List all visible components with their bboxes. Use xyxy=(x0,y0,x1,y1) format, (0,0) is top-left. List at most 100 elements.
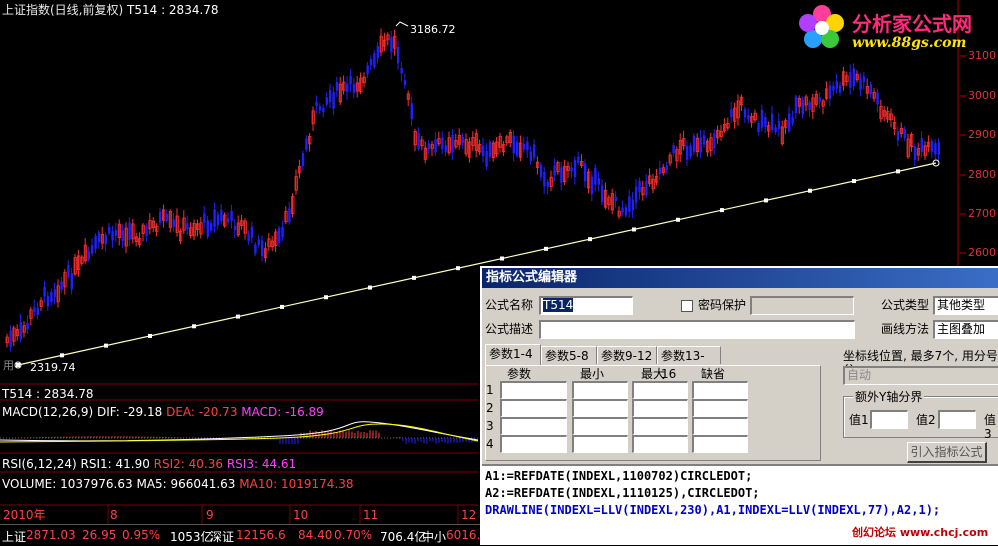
candle-body xyxy=(305,139,307,150)
candle-body xyxy=(859,78,861,89)
param-max-input[interactable] xyxy=(632,435,688,453)
candle-body xyxy=(802,100,804,114)
candle-body xyxy=(336,82,338,91)
tab-params-9-12[interactable]: 参数9-12 xyxy=(597,346,657,364)
formula-editor-dialog[interactable]: 指标公式编辑器 公式名称 T514 密码保护 公式类型 其他类型 公式描述 画线… xyxy=(480,266,998,545)
candle-body xyxy=(326,97,328,105)
formula-type-select[interactable]: 其他类型 xyxy=(933,296,998,315)
password-checkbox[interactable] xyxy=(681,300,693,312)
trend-dot xyxy=(720,208,724,212)
candle-body xyxy=(904,130,906,139)
candle-body xyxy=(88,251,90,259)
param-max-input[interactable] xyxy=(632,417,688,435)
volume-value: VOLUME: 1037976.63 xyxy=(2,477,133,491)
candle-body xyxy=(186,223,188,229)
volume-ma10: MA10: 1019174.38 xyxy=(239,477,353,491)
param-default-input[interactable] xyxy=(692,435,748,453)
high-price-marker: 3186.72 xyxy=(410,23,456,37)
candle-body xyxy=(43,287,45,297)
candle-body xyxy=(462,137,464,143)
status-sz-value: 12156.6 xyxy=(236,528,286,542)
left-watermark: 用 xyxy=(3,359,14,373)
candle-body xyxy=(203,213,205,222)
y-value-1-input[interactable] xyxy=(870,410,908,429)
param-name-input[interactable] xyxy=(500,417,567,435)
candle-body xyxy=(938,142,940,155)
candle-body xyxy=(530,151,532,161)
candle-body xyxy=(693,136,695,152)
candle-body xyxy=(166,214,168,221)
tab-params-13-16[interactable]: 参数13-16 xyxy=(657,346,721,364)
param-row-index: 4 xyxy=(486,437,494,451)
candle-body xyxy=(108,227,110,234)
candle-body xyxy=(441,137,443,149)
param-default-input[interactable] xyxy=(692,381,748,399)
candle-body xyxy=(713,133,715,148)
candle-body xyxy=(553,166,555,176)
y-value-2-input[interactable] xyxy=(938,410,976,429)
candle-body xyxy=(67,265,69,277)
candle-body xyxy=(159,212,161,223)
status-sz-amount: 706.4亿 xyxy=(380,528,426,545)
password-input[interactable] xyxy=(750,296,854,315)
candle-body xyxy=(615,197,617,201)
candle-body xyxy=(390,37,392,52)
candle-body xyxy=(621,208,623,213)
trend-dot xyxy=(60,353,64,357)
param-min-input[interactable] xyxy=(572,435,628,453)
import-formula-button[interactable]: 引入指标公式 xyxy=(907,442,987,463)
candle-body xyxy=(50,292,52,302)
param-default-input[interactable] xyxy=(692,417,748,435)
draw-method-select[interactable]: 主图叠加 xyxy=(933,320,998,339)
candle-body xyxy=(601,186,603,202)
candle-body xyxy=(934,143,936,154)
candle-body xyxy=(482,146,484,157)
logo-url: www.88gs.com xyxy=(852,35,966,51)
param-max-input[interactable] xyxy=(632,381,688,399)
candle-body xyxy=(349,76,351,84)
param-min-input[interactable] xyxy=(572,381,628,399)
candle-body xyxy=(686,146,688,160)
param-name-input[interactable] xyxy=(500,381,567,399)
trend-dot xyxy=(896,169,900,173)
formula-name-input[interactable]: T514 xyxy=(539,296,633,315)
time-label-8: 8 xyxy=(110,508,118,522)
candle-body xyxy=(377,46,379,58)
candle-body xyxy=(795,97,797,114)
param-max-input[interactable] xyxy=(632,399,688,417)
param-default-input[interactable] xyxy=(692,399,748,417)
extra-y-group-label: 额外Y轴分界 xyxy=(853,390,924,404)
param-name-input[interactable] xyxy=(500,435,567,453)
candle-body xyxy=(533,144,535,157)
candle-body xyxy=(853,68,855,86)
param-row-index: 2 xyxy=(486,401,494,415)
candle-body xyxy=(54,289,56,297)
candle-body xyxy=(319,106,321,110)
axis-position-input[interactable]: 自动 xyxy=(843,366,998,385)
dialog-title[interactable]: 指标公式编辑器 xyxy=(482,268,998,288)
candle-body xyxy=(254,244,256,253)
param-name-input[interactable] xyxy=(500,399,567,417)
candle-body xyxy=(173,220,175,227)
candle-body xyxy=(111,231,113,240)
param-header-default: 缺省 xyxy=(701,367,725,381)
candle-body xyxy=(672,145,674,153)
candle-body xyxy=(220,210,222,221)
candle-body xyxy=(744,109,746,117)
candle-body xyxy=(836,81,838,89)
candle-body xyxy=(730,109,732,117)
formula-code-editor[interactable]: A1:=REFDATE(INDEXL,1100702)CIRCLEDOT; A2… xyxy=(482,464,998,545)
candle-body xyxy=(258,239,260,245)
candle-body xyxy=(227,218,229,222)
tab-params-1-4[interactable]: 参数1-4 xyxy=(485,344,541,365)
description-input[interactable] xyxy=(539,320,855,339)
trend-dot xyxy=(280,305,284,309)
candle-body xyxy=(207,221,209,237)
param-min-input[interactable] xyxy=(572,417,628,435)
low-price-marker: 2319.74 xyxy=(30,361,76,375)
tab-params-5-8[interactable]: 参数5-8 xyxy=(541,346,597,364)
footer-watermark: 创幻论坛 www.chcj.com xyxy=(852,526,988,540)
candle-body xyxy=(870,84,872,94)
candle-body xyxy=(876,92,878,104)
param-min-input[interactable] xyxy=(572,399,628,417)
